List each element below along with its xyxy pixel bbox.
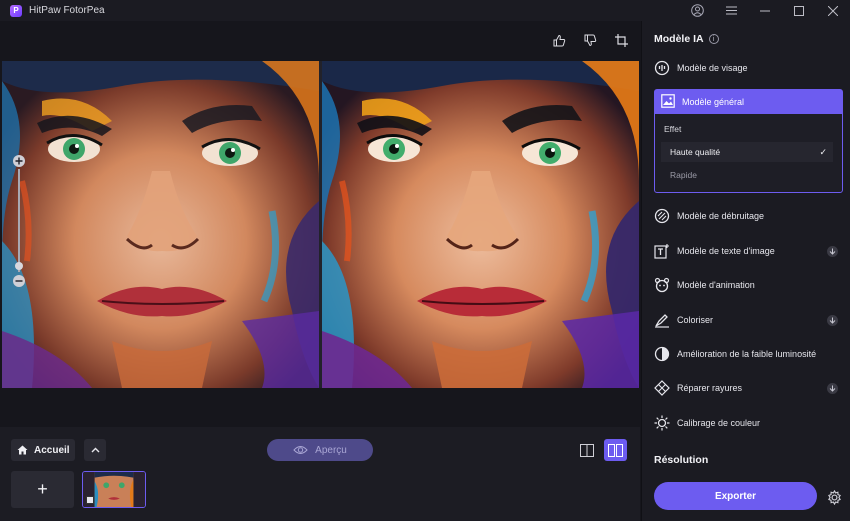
model-label: Modèle de débruitage: [677, 211, 765, 221]
collapse-button[interactable]: [84, 439, 106, 461]
effect-option-high-quality[interactable]: Haute qualité ✓: [661, 142, 833, 162]
close-icon: [828, 5, 838, 16]
image-icon: [661, 94, 675, 110]
resolution-heading: Résolution: [654, 454, 709, 466]
download-icon[interactable]: [827, 314, 838, 326]
model-low-light[interactable]: Amélioration de la faible luminosité: [654, 343, 843, 365]
color-calibration-icon: [654, 415, 670, 431]
model-label: Modèle d'animation: [677, 280, 755, 290]
zoom-track[interactable]: [18, 169, 20, 272]
model-scratch-repair[interactable]: Réparer rayures: [654, 377, 843, 399]
app-title: HitPaw FotorPea: [29, 5, 105, 16]
ai-model-title: Modèle IA: [654, 33, 704, 45]
maximize-button[interactable]: [782, 0, 816, 21]
maximize-icon: [794, 5, 804, 16]
option-label: Rapide: [670, 170, 697, 180]
window-controls: [680, 0, 850, 21]
model-label: Réparer rayures: [677, 383, 743, 393]
account-button[interactable]: [680, 0, 714, 21]
download-icon[interactable]: [827, 382, 838, 394]
model-text-image[interactable]: Modèle de texte d'image: [654, 240, 843, 262]
add-image-button[interactable]: +: [11, 471, 74, 508]
low-light-icon: [654, 346, 670, 362]
image-thumbnail[interactable]: [82, 471, 146, 508]
model-general-expanded: Modèle général Effet Haute qualité ✓ Rap…: [654, 89, 843, 193]
minimize-button[interactable]: [748, 0, 782, 21]
face-model-icon: [654, 60, 670, 76]
ai-model-heading: Modèle IA i: [654, 33, 719, 45]
portrait-painting-original: [2, 61, 319, 388]
minus-icon: [15, 280, 23, 282]
colorize-icon: [654, 312, 670, 328]
option-label: Haute qualité: [670, 147, 721, 157]
eye-icon: [293, 446, 308, 454]
settings-panel: Modèle IA i Modèle de visage Modèle géné…: [641, 21, 850, 521]
split-view-icon: [580, 443, 594, 457]
canvas-toolbar: [552, 33, 628, 47]
plus-icon: +: [37, 479, 48, 499]
effect-option-fast[interactable]: Rapide: [661, 165, 833, 185]
user-icon: [690, 4, 704, 17]
chevron-up-icon: [91, 447, 99, 453]
crop-button[interactable]: [614, 33, 628, 47]
model-denoise[interactable]: Modèle de débruitage: [654, 205, 843, 227]
settings-button[interactable]: [826, 489, 842, 505]
crop-icon: [614, 33, 628, 47]
app-logo: P: [10, 4, 22, 17]
zoom-in-button[interactable]: [13, 155, 25, 167]
home-label: Accueil: [34, 444, 70, 456]
export-button[interactable]: Exporter: [654, 482, 817, 510]
model-label: Coloriser: [677, 315, 714, 325]
original-image[interactable]: [2, 61, 319, 388]
home-icon: [17, 445, 28, 455]
zoom-handle[interactable]: [15, 262, 23, 270]
model-colorize[interactable]: Coloriser: [654, 309, 843, 331]
canvas-area: [0, 21, 640, 427]
home-button[interactable]: Accueil: [11, 439, 75, 461]
check-icon: ✓: [819, 146, 827, 157]
model-label: Modèle de visage: [677, 63, 748, 73]
side-by-side-icon: [608, 443, 623, 457]
menu-icon: [725, 6, 737, 15]
text-image-icon: [654, 243, 670, 259]
thumbs-down-icon: [584, 34, 596, 46]
denoise-icon: [654, 208, 670, 224]
thumbnail-badge-icon: [86, 496, 94, 504]
side-by-side-view-button[interactable]: [604, 439, 627, 461]
model-face[interactable]: Modèle de visage: [654, 57, 843, 79]
info-icon[interactable]: i: [708, 34, 719, 44]
model-label: Modèle de texte d'image: [677, 246, 775, 256]
gear-icon: [827, 489, 841, 505]
plus-icon: [15, 157, 23, 165]
animation-icon: [654, 277, 670, 293]
thumbs-up-icon: [553, 34, 565, 46]
model-color-calibration[interactable]: Calibrage de couleur: [654, 412, 843, 434]
thumbs-down-button[interactable]: [583, 33, 597, 47]
portrait-painting-enhanced: [322, 61, 639, 388]
menu-button[interactable]: [714, 0, 748, 21]
model-label: Calibrage de couleur: [677, 418, 761, 428]
zoom-slider[interactable]: [13, 155, 25, 287]
thumbs-up-button[interactable]: [552, 33, 566, 47]
effect-label: Effet: [664, 124, 682, 134]
close-button[interactable]: [816, 0, 850, 21]
model-label: Modèle général: [682, 97, 745, 107]
scratch-repair-icon: [654, 380, 670, 396]
preview-button[interactable]: Aperçu: [267, 439, 373, 461]
enhanced-image[interactable]: [322, 61, 639, 388]
model-label: Amélioration de la faible luminosité: [677, 349, 817, 359]
bottom-bar: Accueil Aperçu +: [0, 427, 640, 521]
title-bar: P HitPaw FotorPea: [0, 0, 850, 21]
model-animation[interactable]: Modèle d'animation: [654, 274, 843, 296]
zoom-out-button[interactable]: [13, 275, 25, 287]
download-icon[interactable]: [827, 245, 838, 257]
split-view-button[interactable]: [577, 439, 597, 461]
minimize-icon: [760, 10, 770, 11]
preview-label: Aperçu: [315, 444, 347, 456]
model-general[interactable]: Modèle général: [655, 90, 842, 114]
